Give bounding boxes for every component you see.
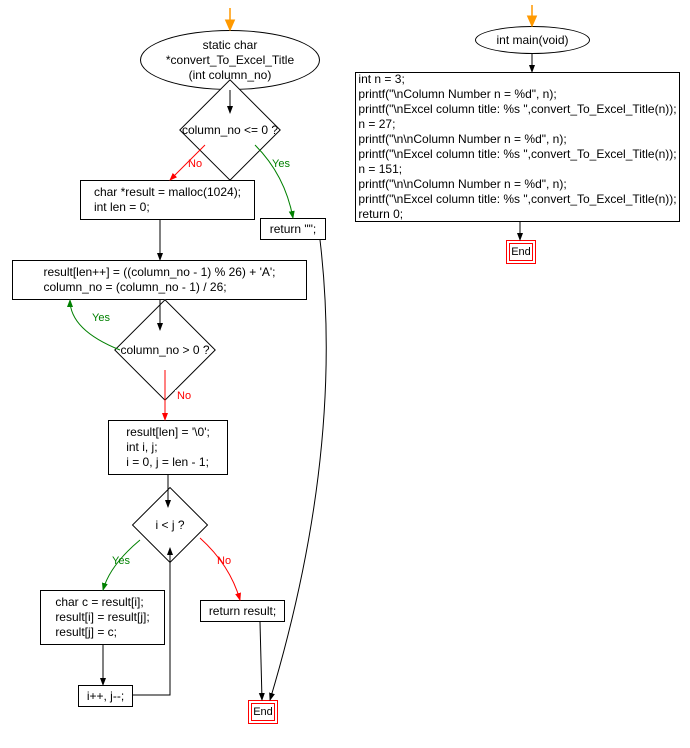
func-signature-main-text: int main(void) (496, 33, 568, 48)
decision-i-lt-j: i < j ? (120, 505, 220, 545)
block-main-body-text: int n = 3; printf("\nColumn Number n = %… (358, 72, 676, 222)
block-return-empty-text: return ""; (270, 222, 317, 237)
edge-yes-3: Yes (110, 555, 132, 567)
end-node-2-text: End (511, 246, 531, 258)
block-return-result-text: return result; (209, 604, 276, 619)
end-node-2: End (506, 240, 536, 264)
block-post-loop: result[len] = '\0'; int i, j; i = 0, j =… (108, 420, 228, 475)
flowchart-canvas: static char *convert_To_Excel_Title (int… (0, 0, 690, 748)
decision-column-le-0: column_no <= 0 ? (160, 110, 300, 150)
end-node-1: End (248, 700, 278, 724)
block-alloc: char *result = malloc(1024); int len = 0… (80, 180, 255, 220)
block-loop-body: result[len++] = ((column_no - 1) % 26) +… (12, 260, 307, 300)
edge-no-3: No (215, 555, 233, 567)
block-main-body: int n = 3; printf("\nColumn Number n = %… (355, 72, 680, 222)
block-incr-text: i++, j--; (87, 689, 124, 704)
block-swap: char c = result[i]; result[i] = result[j… (40, 590, 165, 645)
end-node-1-text: End (253, 706, 273, 718)
edge-no-1: No (186, 158, 204, 170)
block-swap-text: char c = result[i]; result[i] = result[j… (55, 595, 149, 640)
decision-column-gt-0: column_no > 0 ? (95, 330, 235, 370)
block-return-result: return result; (200, 600, 285, 622)
block-loop-body-text: result[len++] = ((column_no - 1) % 26) +… (43, 265, 275, 295)
func-signature-convert-text: static char *convert_To_Excel_Title (int… (166, 38, 294, 83)
block-alloc-text: char *result = malloc(1024); int len = 0… (94, 185, 241, 215)
block-incr: i++, j--; (78, 685, 133, 707)
block-post-loop-text: result[len] = '\0'; int i, j; i = 0, j =… (126, 425, 210, 470)
edge-yes-2: Yes (90, 312, 112, 324)
edge-yes-1: Yes (270, 158, 292, 170)
func-signature-main: int main(void) (475, 26, 590, 54)
block-return-empty: return ""; (260, 218, 326, 240)
edge-no-2: No (175, 390, 193, 402)
